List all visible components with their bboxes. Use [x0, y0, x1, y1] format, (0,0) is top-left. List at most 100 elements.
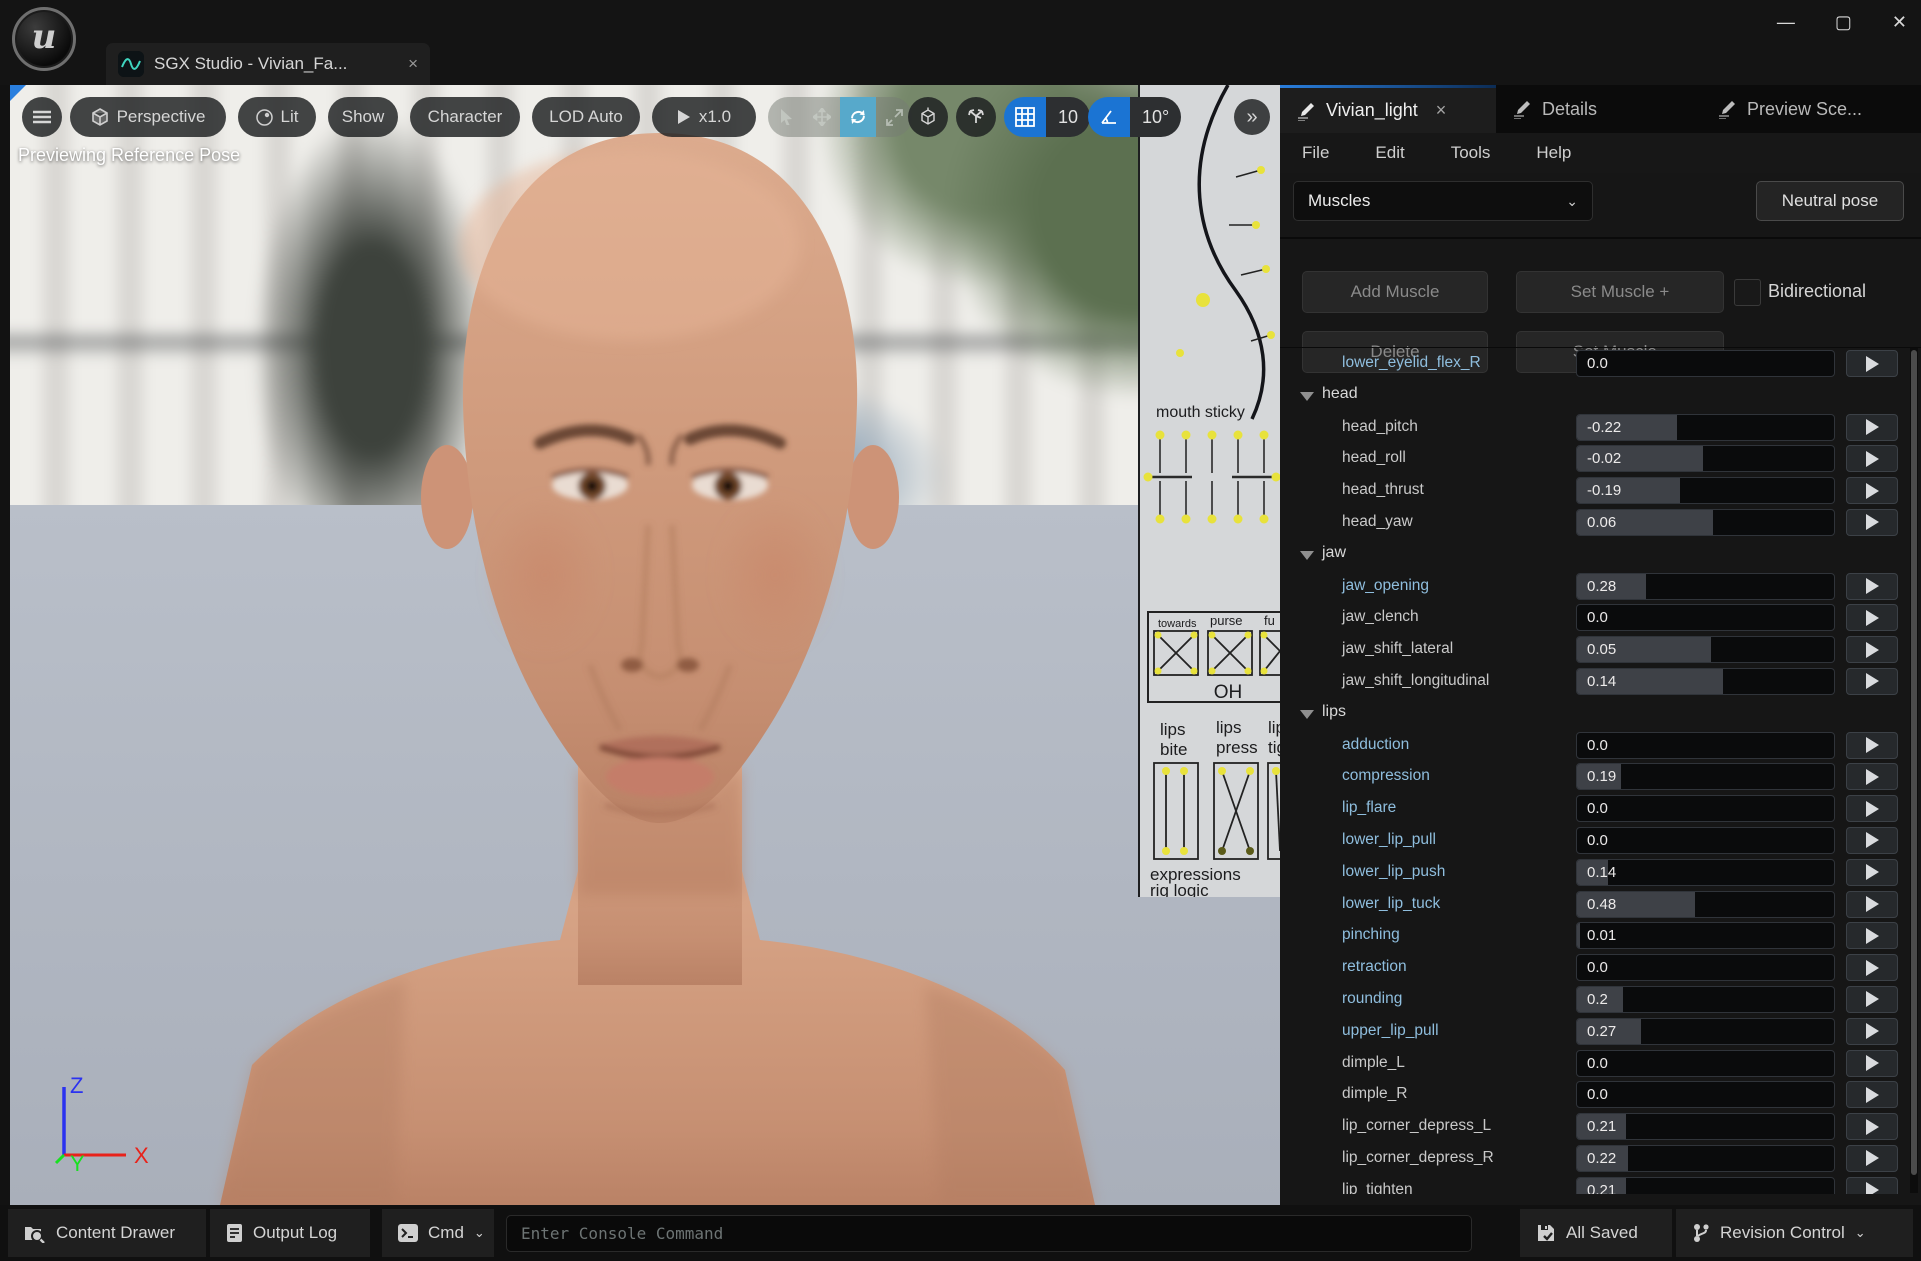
group-label[interactable]: jaw — [1322, 544, 1346, 562]
rotate-tool-button[interactable] — [840, 97, 876, 137]
grid-snap-control[interactable]: 10 — [1004, 97, 1090, 137]
perspective-button[interactable]: Perspective — [70, 97, 226, 137]
playback-speed-button[interactable]: x1.0 — [652, 97, 756, 137]
param-value-slider[interactable]: 0.0 — [1576, 350, 1835, 377]
tab-close-icon[interactable]: × — [1436, 100, 1447, 121]
add-muscle-button[interactable]: Add Muscle — [1302, 271, 1488, 313]
collapse-triangle-icon[interactable] — [1300, 710, 1314, 719]
param-value-slider[interactable]: 0.0 — [1576, 795, 1835, 822]
param-play-button[interactable] — [1846, 1145, 1898, 1172]
param-value-slider[interactable]: 0.27 — [1576, 1018, 1835, 1045]
param-play-button[interactable] — [1846, 1113, 1898, 1140]
param-play-button[interactable] — [1846, 732, 1898, 759]
set-muscle-plus-button[interactable]: Set Muscle + — [1516, 271, 1724, 313]
param-value-slider[interactable]: 0.01 — [1576, 922, 1835, 949]
select-tool-button[interactable] — [768, 97, 804, 137]
all-saved-button[interactable]: All Saved — [1520, 1209, 1672, 1257]
toolbar-expand-button[interactable]: » — [1234, 99, 1270, 135]
character-button[interactable]: Character — [410, 97, 520, 137]
angle-snap-value[interactable]: 10° — [1130, 97, 1181, 137]
param-play-button[interactable] — [1846, 891, 1898, 918]
param-play-button[interactable] — [1846, 445, 1898, 472]
param-value-slider[interactable]: 0.14 — [1576, 859, 1835, 886]
show-button[interactable]: Show — [328, 97, 398, 137]
tab-vivian-light[interactable]: Vivian_light × — [1280, 85, 1496, 133]
param-play-button[interactable] — [1846, 573, 1898, 600]
param-play-button[interactable] — [1846, 922, 1898, 949]
param-value-slider[interactable]: 0.0 — [1576, 1081, 1835, 1108]
param-value-slider[interactable]: 0.22 — [1576, 1145, 1835, 1172]
param-play-button[interactable] — [1846, 509, 1898, 536]
scrollbar-thumb[interactable] — [1911, 350, 1917, 1175]
param-play-button[interactable] — [1846, 477, 1898, 504]
grid-snap-value[interactable]: 10 — [1046, 97, 1090, 137]
param-value-slider[interactable]: 0.21 — [1576, 1177, 1835, 1194]
cmd-button[interactable]: Cmd ⌄ — [382, 1209, 494, 1257]
scrollbar[interactable] — [1910, 348, 1918, 1193]
param-value-slider[interactable]: -0.02 — [1576, 445, 1835, 472]
neutral-pose-button[interactable]: Neutral pose — [1756, 181, 1904, 221]
param-value-slider[interactable]: -0.19 — [1576, 477, 1835, 504]
lod-auto-button[interactable]: LOD Auto — [532, 97, 640, 137]
unreal-logo-icon[interactable]: u — [12, 7, 76, 71]
param-value-slider[interactable]: 0.28 — [1576, 573, 1835, 600]
param-play-button[interactable] — [1846, 1018, 1898, 1045]
tab-preview-scene[interactable]: Preview Sce... — [1701, 85, 1921, 133]
console-command-input[interactable]: Enter Console Command — [506, 1215, 1472, 1252]
bidirectional-checkbox[interactable] — [1734, 279, 1761, 306]
param-play-button[interactable] — [1846, 414, 1898, 441]
angle-snap-control[interactable]: 10° — [1088, 97, 1181, 137]
param-play-button[interactable] — [1846, 636, 1898, 663]
param-play-button[interactable] — [1846, 604, 1898, 631]
mode-select[interactable]: Muscles ⌄ — [1293, 181, 1593, 221]
param-value-slider[interactable]: 0.21 — [1576, 1113, 1835, 1140]
param-value-slider[interactable]: 0.0 — [1576, 1050, 1835, 1077]
param-play-button[interactable] — [1846, 986, 1898, 1013]
param-value-slider[interactable]: 0.14 — [1576, 668, 1835, 695]
param-value-slider[interactable]: 0.2 — [1576, 986, 1835, 1013]
asset-tab-close-icon[interactable]: × — [408, 54, 418, 74]
param-play-button[interactable] — [1846, 763, 1898, 790]
lit-button[interactable]: Lit — [238, 97, 316, 137]
param-value-slider[interactable]: 0.19 — [1576, 763, 1835, 790]
close-icon[interactable]: ✕ — [1892, 12, 1907, 33]
coordinate-space-button[interactable] — [908, 97, 948, 137]
param-value-slider[interactable]: -0.22 — [1576, 414, 1835, 441]
group-label[interactable]: head — [1322, 385, 1358, 403]
param-play-button[interactable] — [1846, 1177, 1898, 1194]
param-value-slider[interactable]: 0.0 — [1576, 827, 1835, 854]
collapse-triangle-icon[interactable] — [1300, 392, 1314, 401]
output-log-button[interactable]: Output Log — [210, 1209, 370, 1257]
menu-tools[interactable]: Tools — [1451, 143, 1491, 163]
snapping-options-button[interactable] — [956, 97, 996, 137]
param-play-button[interactable] — [1846, 1081, 1898, 1108]
tab-details[interactable]: Details — [1496, 85, 1701, 133]
param-play-button[interactable] — [1846, 954, 1898, 981]
param-value-slider[interactable]: 0.06 — [1576, 509, 1835, 536]
maximize-icon[interactable]: ▢ — [1835, 12, 1852, 33]
param-value-slider[interactable]: 0.0 — [1576, 604, 1835, 631]
param-play-button[interactable] — [1846, 1050, 1898, 1077]
content-drawer-button[interactable]: Content Drawer — [8, 1209, 206, 1257]
move-tool-button[interactable] — [804, 97, 840, 137]
param-play-button[interactable] — [1846, 795, 1898, 822]
param-value-slider[interactable]: 0.48 — [1576, 891, 1835, 918]
menu-help[interactable]: Help — [1536, 143, 1571, 163]
param-value-slider[interactable]: 0.05 — [1576, 636, 1835, 663]
param-value-slider[interactable]: 0.0 — [1576, 954, 1835, 981]
param-value-slider[interactable]: 0.0 — [1576, 732, 1835, 759]
param-play-button[interactable] — [1846, 859, 1898, 886]
asset-tab[interactable]: SGX Studio - Vivian_Fa... × — [106, 43, 430, 85]
param-play-button[interactable] — [1846, 668, 1898, 695]
revision-control-button[interactable]: Revision Control ⌄ — [1676, 1209, 1913, 1257]
param-play-button[interactable] — [1846, 350, 1898, 377]
group-label[interactable]: lips — [1322, 703, 1346, 721]
menu-edit[interactable]: Edit — [1375, 143, 1404, 163]
minimize-icon[interactable]: — — [1777, 12, 1795, 33]
param-play-button[interactable] — [1846, 827, 1898, 854]
scale-tool-button[interactable] — [876, 97, 912, 137]
viewport-options-button[interactable] — [22, 97, 62, 137]
3d-viewport[interactable]: mouth sticky — [10, 85, 1280, 1205]
collapse-triangle-icon[interactable] — [1300, 551, 1314, 560]
menu-file[interactable]: File — [1302, 143, 1329, 163]
